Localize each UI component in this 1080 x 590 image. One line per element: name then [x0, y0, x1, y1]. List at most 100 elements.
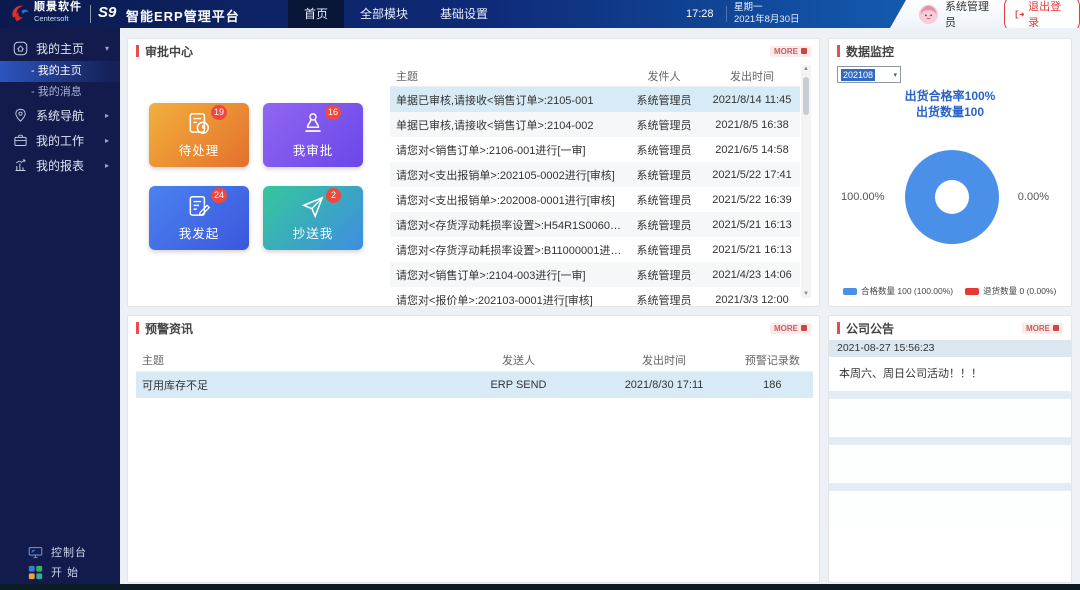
- bar-chart-icon: [13, 158, 28, 173]
- approval-row[interactable]: 请您对<支出报销单>:202105-0002进行[审核] 系统管理员 2021/…: [390, 162, 800, 187]
- initiated-tile[interactable]: 24 我发起: [149, 186, 249, 250]
- approval-row[interactable]: 单据已审核,请接收<销售订单>:2104-002 系统管理员 2021/8/5 …: [390, 112, 800, 137]
- monitor-header: 数据监控: [829, 39, 1071, 63]
- send-plane-icon: [300, 194, 326, 220]
- sidebar-item-my-home[interactable]: 我的主页 ▾: [0, 36, 120, 61]
- start-button[interactable]: 开 始: [0, 562, 120, 582]
- chevron-down-icon: ▾: [105, 44, 109, 53]
- date-divider: [726, 6, 727, 22]
- approval-more-link[interactable]: MORE: [770, 46, 811, 57]
- chevron-right-icon: ▸: [105, 111, 109, 120]
- approval-header: 审批中心 MORE: [128, 39, 819, 63]
- notice-content: 本周六、周日公司活动！！！: [829, 357, 1071, 391]
- alerts-more-link[interactable]: MORE: [770, 323, 811, 334]
- approval-row[interactable]: 请您对<支出报销单>:202008-0001进行[审核] 系统管理员 2021/…: [390, 187, 800, 212]
- approval-row[interactable]: 单据已审核,请接收<销售订单>:2105-001 系统管理员 2021/8/14…: [390, 87, 800, 112]
- pass-rate-text: 出货合格率100%: [829, 88, 1071, 104]
- clock: 17:28: [686, 8, 714, 20]
- centersoft-logo-icon: [8, 3, 31, 25]
- scroll-down-arrow[interactable]: ▼: [801, 291, 811, 297]
- approval-table: 主题 发件人 发出时间 单据已审核,请接收<销售订单>:2105-001 系统管…: [390, 65, 811, 298]
- empty-notice-slot: [829, 399, 1071, 437]
- scroll-up-arrow[interactable]: ▲: [801, 66, 811, 72]
- stamp-icon: [300, 111, 326, 137]
- logout-label: 退出登录: [1028, 0, 1070, 30]
- start-grid-icon: [28, 565, 43, 580]
- weekday: 星期一: [734, 2, 799, 14]
- sidebar: 我的主页 ▾ - 我的主页 - 我的消息 系统导航 ▸ 我的工作 ▸: [0, 28, 120, 590]
- my-approve-tile[interactable]: 16 我审批: [263, 103, 363, 167]
- cc-me-badge: 2: [326, 188, 341, 203]
- notice-header: 公司公告 MORE: [829, 316, 1071, 340]
- pending-doc-clock-icon: [186, 111, 212, 137]
- approval-row[interactable]: 请您对<报价单>:202103-0001进行[审核] 系统管理员 2021/3/…: [390, 287, 800, 312]
- cc-me-tile[interactable]: 2 抄送我: [263, 186, 363, 250]
- navigation-pin-icon: [13, 108, 28, 123]
- title-accent-bar: [837, 45, 840, 57]
- approval-row[interactable]: 请您对<存货浮动耗损率设置>:B11000001进行[审核] 系统管理员 202…: [390, 237, 800, 262]
- logo-en: Centersoft: [34, 13, 82, 24]
- alerts-header: 预警资讯 MORE: [128, 316, 819, 340]
- notice-timestamp[interactable]: 2021-08-27 15:56:23: [829, 340, 1071, 357]
- monitor-icon: [28, 546, 43, 559]
- sidebar-subitem-my-messages[interactable]: - 我的消息: [0, 82, 120, 103]
- company-notice-panel: 公司公告 MORE 2021-08-27 15:56:23 本周六、周日公司活动…: [828, 315, 1072, 583]
- chevron-right-icon: ▸: [105, 136, 109, 145]
- date-block: 星期一 2021年8月30日: [734, 2, 799, 26]
- more-icon: [801, 325, 807, 331]
- erp-dashboard: 顺景软件 Centersoft S9 智能ERP管理平台 首页 全部模块 基础设…: [0, 0, 1080, 590]
- legend-return: 退货数量 0 (0.00%): [965, 285, 1056, 297]
- main-content: 审批中心 MORE 19: [120, 28, 1080, 590]
- tab-basic-settings[interactable]: 基础设置: [424, 0, 504, 28]
- scroll-thumb[interactable]: [803, 77, 809, 115]
- chart-legend: 合格数量 100 (100.00%) 退货数量 0 (0.00%): [843, 285, 1056, 297]
- alerts-panel: 预警资讯 MORE 主题 发送人 发出时间 预警记录数 可用库存不足 ERP S…: [127, 315, 820, 583]
- notice-more-link[interactable]: MORE: [1022, 323, 1063, 334]
- alerts-title: 预警资讯: [145, 320, 193, 337]
- home-icon: [13, 41, 28, 56]
- period-select[interactable]: 202108 ▾: [837, 66, 901, 83]
- top-navigation: 首页 全部模块 基础设置: [288, 0, 504, 28]
- donut-chart: [902, 147, 1002, 247]
- empty-notice-slot: [829, 491, 1071, 529]
- product-code: S9: [98, 4, 116, 21]
- legend-pass: 合格数量 100 (100.00%): [843, 285, 953, 297]
- title-accent-bar: [136, 322, 139, 334]
- approval-row[interactable]: 请您对<存货浮动耗损率设置>:H54R1S006002进行[审核] 系统管理员 …: [390, 212, 800, 237]
- logo-text: 顺景软件 Centersoft: [34, 2, 82, 24]
- sidebar-item-my-work[interactable]: 我的工作 ▸: [0, 128, 120, 153]
- logo-cn: 顺景软件: [34, 2, 82, 13]
- empty-notice-slot: [829, 445, 1071, 483]
- legend-swatch-blue: [843, 288, 857, 295]
- alert-row[interactable]: 可用库存不足 ERP SEND 2021/8/30 17:11 186: [136, 372, 813, 398]
- empty-notice-divider: [829, 437, 1071, 445]
- data-monitor-panel: 数据监控 202108 ▾ 出货合格率100% 出货数量100 100.00% …: [828, 38, 1072, 307]
- topbar: 顺景软件 Centersoft S9 智能ERP管理平台 首页 全部模块 基础设…: [0, 0, 1080, 28]
- console-button[interactable]: 控制台: [0, 542, 120, 562]
- avatar[interactable]: [918, 4, 939, 25]
- sidebar-subitem-my-home[interactable]: - 我的主页: [0, 61, 120, 82]
- monitor-summary: 出货合格率100% 出货数量100: [829, 88, 1071, 120]
- initiated-badge: 24: [211, 188, 227, 203]
- tab-all-modules[interactable]: 全部模块: [344, 0, 424, 28]
- chevron-right-icon: ▸: [105, 161, 109, 170]
- approval-row[interactable]: 请您对<销售订单>:2106-001进行[一审] 系统管理员 2021/6/5 …: [390, 137, 800, 162]
- approval-row[interactable]: 请您对<销售订单>:2104-003进行[一审] 系统管理员 2021/4/23…: [390, 262, 800, 287]
- approval-scrollbar[interactable]: ▲ ▼: [801, 65, 811, 298]
- username: 系统管理员: [945, 0, 998, 30]
- notice-title: 公司公告: [846, 320, 894, 337]
- sidebar-item-my-reports[interactable]: 我的报表 ▸: [0, 153, 120, 178]
- chevron-down-icon: ▾: [893, 71, 897, 79]
- pending-tile[interactable]: 19 待处理: [149, 103, 249, 167]
- sidebar-bottom: 控制台 开 始: [0, 542, 120, 582]
- sidebar-item-system-nav[interactable]: 系统导航 ▸: [0, 103, 120, 128]
- taskbar-strip: [0, 584, 1080, 590]
- doc-edit-icon: [186, 194, 212, 220]
- donut-label-left: 100.00%: [841, 191, 884, 203]
- briefcase-icon: [13, 133, 28, 148]
- tab-home[interactable]: 首页: [288, 0, 344, 28]
- my-approve-badge: 16: [325, 105, 341, 120]
- period-value: 202108: [841, 69, 875, 81]
- more-icon: [1053, 325, 1059, 331]
- legend-swatch-red: [965, 288, 979, 295]
